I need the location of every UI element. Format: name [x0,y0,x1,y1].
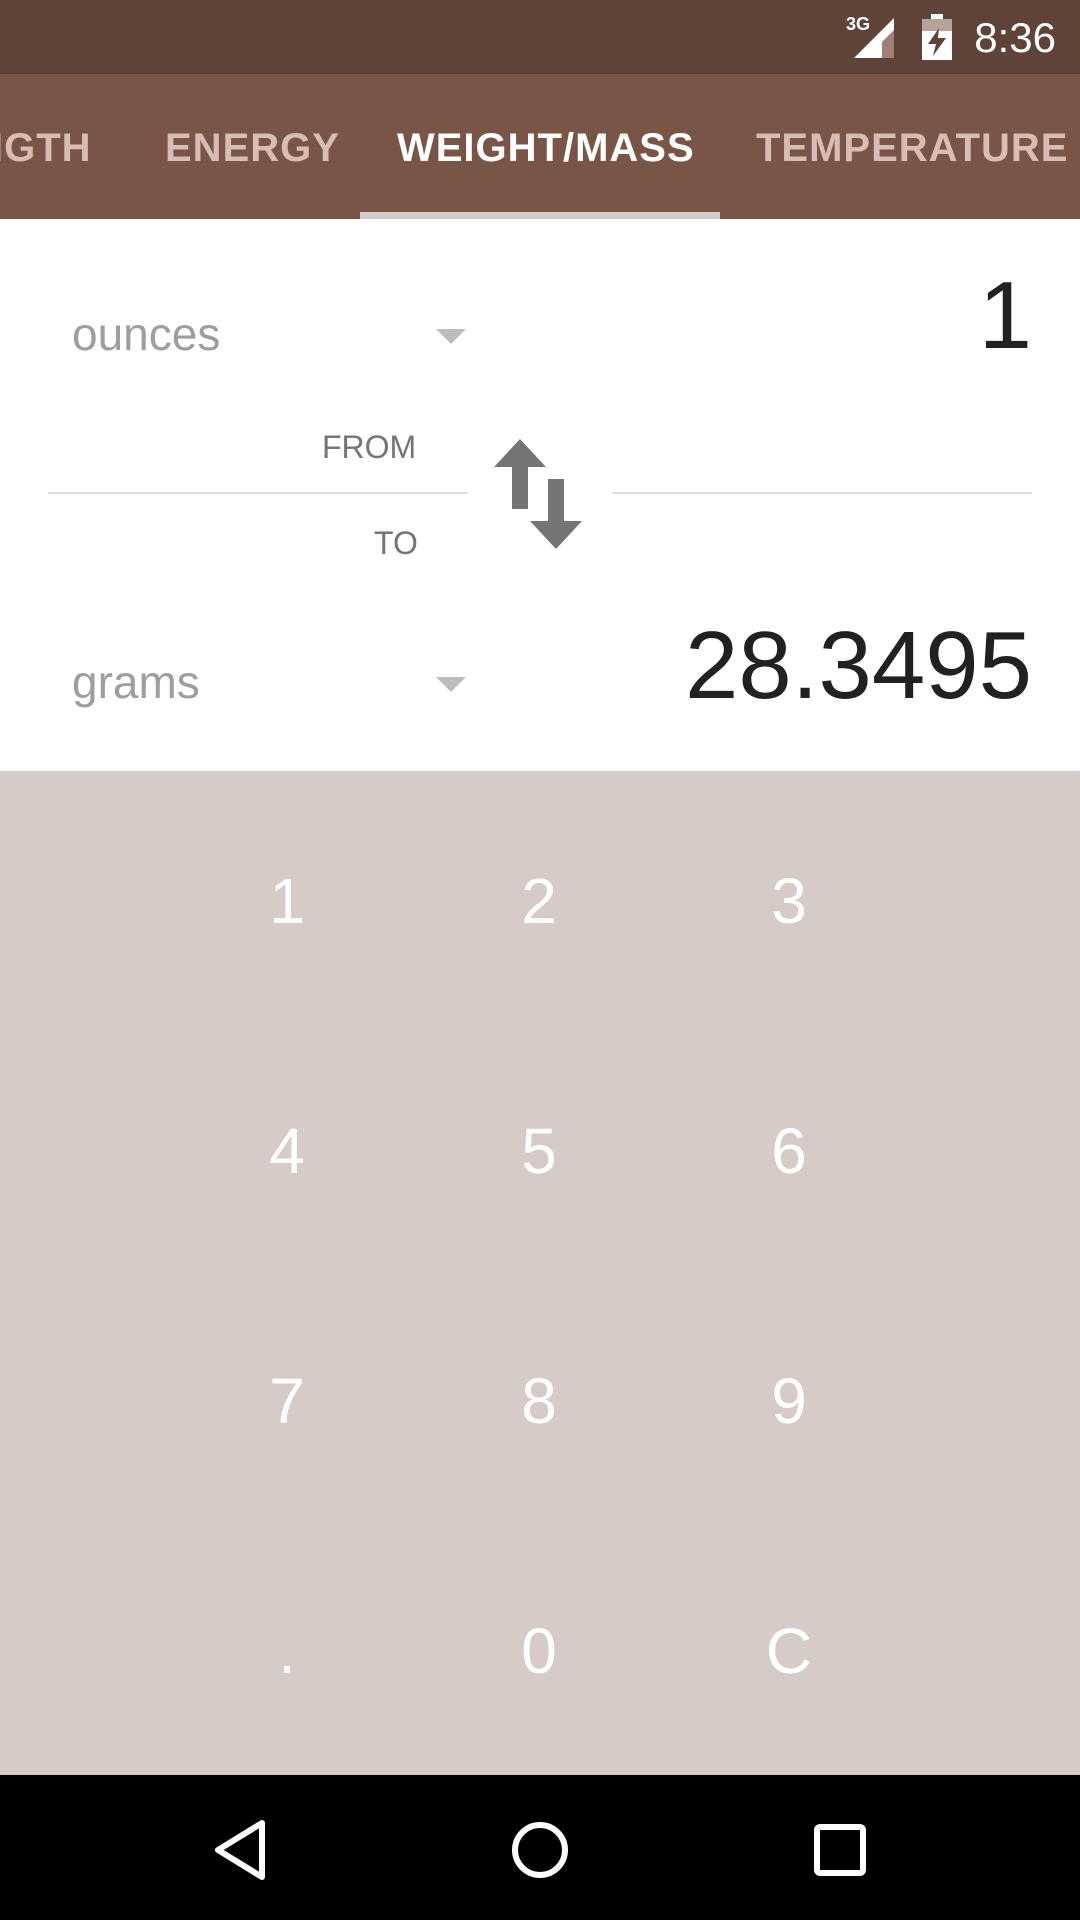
key-decimal[interactable]: . [162,1526,412,1776]
key-6[interactable]: 6 [664,1026,914,1276]
tab-temperature[interactable]: TEMPERATURE [756,126,1068,171]
key-8[interactable]: 8 [414,1276,664,1526]
key-5[interactable]: 5 [414,1026,664,1276]
key-9[interactable]: 9 [664,1276,914,1526]
key-2[interactable]: 2 [414,776,664,1026]
numeric-keypad: 1 2 3 4 5 6 7 8 9 . 0 C [0,771,1080,1775]
divider-right [612,492,1032,494]
key-4[interactable]: 4 [162,1026,412,1276]
active-tab-indicator [360,212,720,219]
to-label: TO [374,525,418,561]
key-clear[interactable]: C [664,1526,914,1776]
category-tab-bar: IGTH ENERGY WEIGHT/MASS TEMPERATURE [0,74,1080,219]
status-bar: 3G 8:36 [0,0,1080,74]
battery-charging-icon [922,14,952,60]
key-7[interactable]: 7 [162,1276,412,1526]
tab-length[interactable]: IGTH [0,126,92,171]
swap-vertical-icon[interactable] [494,439,584,549]
from-label: FROM [322,429,417,465]
key-1[interactable]: 1 [162,776,412,1026]
back-icon[interactable] [206,1815,276,1885]
recents-icon[interactable] [805,1815,875,1885]
key-3[interactable]: 3 [664,776,914,1026]
tab-energy[interactable]: ENERGY [165,126,340,171]
from-unit-label: ounces [72,308,221,360]
chevron-down-icon [436,329,466,344]
clock: 8:36 [974,14,1056,61]
from-value-display[interactable]: 1 [979,261,1032,371]
chevron-down-icon [436,677,466,692]
key-0[interactable]: 0 [414,1526,664,1776]
to-value-display: 28.3495 [684,612,1032,719]
to-unit-label: grams [72,656,200,708]
divider-left [48,492,468,494]
home-icon[interactable] [505,1815,575,1885]
conversion-card: ounces 1 FROM TO grams 28.3495 [0,219,1080,771]
signal-icon [854,18,894,58]
system-navigation-bar [0,1775,1080,1920]
tab-weight-mass[interactable]: WEIGHT/MASS [397,126,695,171]
